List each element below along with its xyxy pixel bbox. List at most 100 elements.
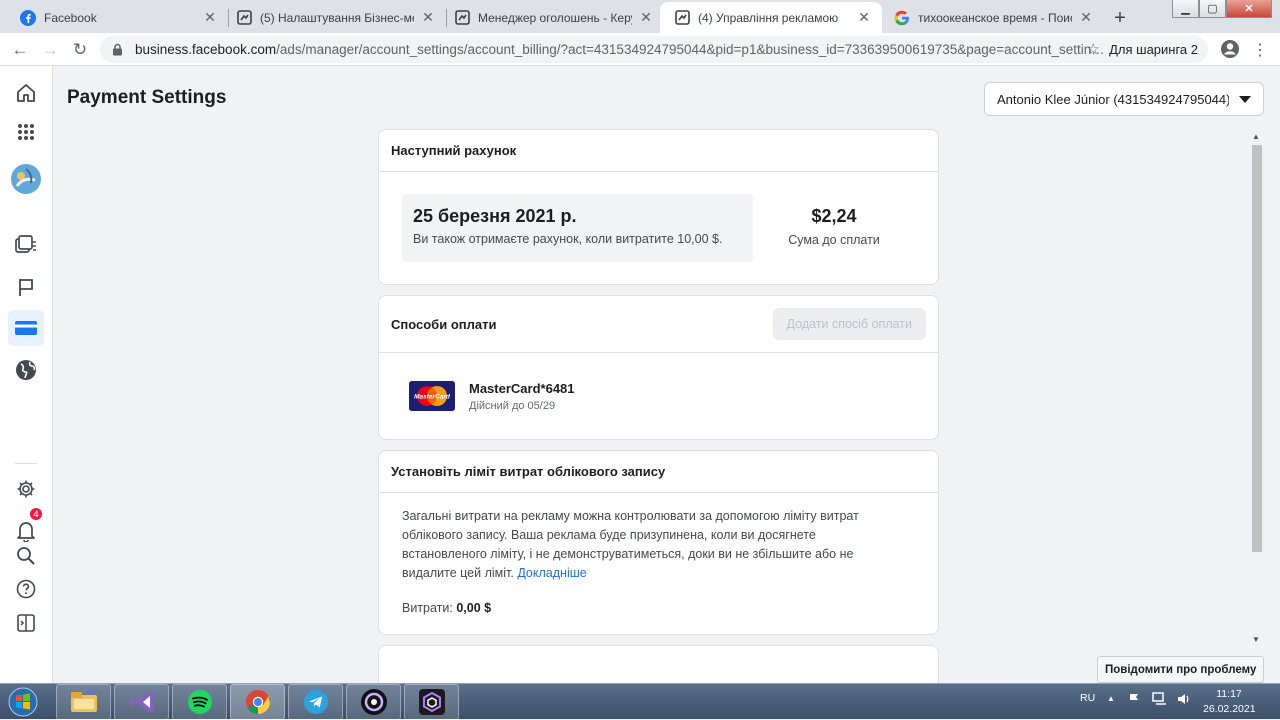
browser-tab-strip: Facebook ✕ (5) Налаштування Бізнес-менед… bbox=[0, 0, 1280, 33]
ad-account-selector[interactable]: Antonio Klee Júnior (431534924795044) bbox=[984, 82, 1264, 116]
close-tab-icon[interactable]: ✕ bbox=[202, 9, 218, 26]
pinned-app-icon[interactable] bbox=[404, 684, 459, 720]
amount-due: $2,24 bbox=[811, 206, 857, 226]
flag-notification-icon[interactable] bbox=[1127, 692, 1141, 709]
close-tab-icon[interactable]: ✕ bbox=[1078, 9, 1094, 26]
next-invoice-card: Наступний рахунок 25 березня 2021 р. Ви … bbox=[378, 129, 939, 285]
tab-title: Facebook bbox=[44, 10, 97, 25]
profile-avatar-icon[interactable] bbox=[1219, 38, 1241, 60]
mastercard-logo-text: MasterCard bbox=[414, 394, 451, 401]
facebook-icon bbox=[20, 9, 36, 26]
tab-title: (4) Управління рекламою bbox=[698, 10, 839, 25]
browser-tab-business-settings[interactable]: (5) Налаштування Бізнес-менеджера ✕ bbox=[222, 2, 446, 33]
bookmark-star-icon[interactable]: ☆ bbox=[1087, 40, 1100, 58]
payment-methods-card: Способи оплати Додати спосіб оплати Mast… bbox=[378, 295, 939, 440]
maximize-icon[interactable]: ▢ bbox=[1199, 0, 1226, 18]
clock-date: 26.02.2021 bbox=[1203, 703, 1256, 715]
nav-divider bbox=[15, 463, 37, 464]
home-icon[interactable] bbox=[8, 75, 44, 111]
scroll-down-icon[interactable]: ▼ bbox=[1252, 635, 1260, 644]
next-settings-card bbox=[378, 645, 939, 685]
browser-tab-facebook[interactable]: Facebook ✕ bbox=[6, 2, 228, 33]
ads-manager-icon bbox=[454, 10, 470, 26]
globe-icon[interactable] bbox=[8, 352, 44, 388]
visual-studio-icon[interactable] bbox=[114, 684, 169, 720]
chrome-icon[interactable] bbox=[230, 684, 285, 720]
ads-manager-icon bbox=[236, 10, 252, 26]
chevron-down-icon bbox=[1239, 96, 1251, 103]
address-bar[interactable]: business.facebook.com /ads/manager/accou… bbox=[100, 36, 1208, 63]
card-heading: Способи оплати Додати спосіб оплати bbox=[379, 296, 938, 353]
back-arrow-icon[interactable]: ← bbox=[8, 38, 32, 62]
pages-icon[interactable] bbox=[8, 227, 44, 263]
payment-methods-heading: Способи оплати bbox=[391, 316, 497, 332]
file-explorer-icon[interactable] bbox=[56, 684, 111, 720]
browser-tab-ads-manager[interactable]: Менеджер оголошень - Керування ✕ bbox=[440, 2, 664, 33]
description-text: Загальні витрати на рекламу можна контро… bbox=[402, 509, 859, 580]
language-indicator[interactable]: RU bbox=[1080, 692, 1095, 704]
browser-toolbar: ← → ↻ business.facebook.com /ads/manager… bbox=[0, 33, 1280, 66]
spending-limit-heading: Установіть ліміт витрат облікового запис… bbox=[379, 451, 938, 493]
selected-account: Antonio Klee Júnior (431534924795044) bbox=[997, 91, 1229, 107]
tab-title: Менеджер оголошень - Керування bbox=[478, 10, 632, 25]
lock-icon[interactable] bbox=[112, 43, 126, 56]
browser-tab-google-search[interactable]: тихоокеанское время - Поиск ✕ bbox=[880, 2, 1104, 33]
all-tools-icon[interactable] bbox=[8, 114, 44, 150]
add-payment-method-button[interactable]: Додати спосіб оплати bbox=[772, 308, 926, 340]
spend-label: Витрати: bbox=[402, 601, 453, 615]
browser-tab-ad-management[interactable]: (4) Управління рекламою ✕ bbox=[660, 2, 882, 33]
browser-menu-icon[interactable]: ⋮ bbox=[1252, 38, 1268, 62]
card-name: MasterCard*6481 bbox=[469, 381, 575, 396]
forward-arrow-icon[interactable]: → bbox=[38, 38, 62, 62]
mastercard-logo-icon: MasterCard bbox=[409, 381, 455, 411]
search-icon[interactable] bbox=[8, 538, 44, 574]
google-icon bbox=[894, 10, 910, 26]
scrollbar-thumb[interactable] bbox=[1252, 145, 1262, 552]
url-host: business.facebook.com bbox=[135, 42, 277, 57]
page-content: 4 Payment Settings Antonio Klee Júnior (… bbox=[0, 66, 1280, 685]
close-tab-icon[interactable]: ✕ bbox=[420, 9, 436, 26]
help-icon[interactable] bbox=[8, 571, 44, 607]
learn-more-link[interactable]: Докладніше bbox=[517, 566, 586, 580]
taskbar-clock[interactable]: 11:17 26.02.2021 bbox=[1203, 687, 1256, 717]
telegram-icon[interactable] bbox=[288, 684, 343, 720]
network-icon[interactable] bbox=[1152, 692, 1168, 709]
left-navigation: 4 bbox=[0, 66, 53, 683]
account-avatar[interactable] bbox=[8, 161, 44, 197]
report-problem-button[interactable]: Повідомити про проблему bbox=[1097, 656, 1265, 683]
close-tab-icon[interactable]: ✕ bbox=[856, 9, 872, 26]
close-window-icon[interactable]: ✕ bbox=[1226, 0, 1272, 18]
messenger-app-icon[interactable] bbox=[346, 684, 401, 720]
spotify-icon[interactable] bbox=[172, 684, 227, 720]
flag-icon[interactable] bbox=[8, 269, 44, 305]
amount-due-label: Сума до сплати bbox=[788, 233, 880, 247]
minimize-icon[interactable]: ▁ bbox=[1172, 0, 1199, 18]
ads-manager-icon bbox=[674, 10, 690, 26]
scroll-up-icon[interactable]: ▲ bbox=[1252, 132, 1260, 141]
clock-time: 11:17 bbox=[1216, 688, 1242, 700]
invoice-date-box: 25 березня 2021 р. Ви також отримаєте ра… bbox=[402, 194, 753, 262]
spend-summary: Витрати: 0,00 $ bbox=[402, 601, 491, 615]
spend-value: 0,00 $ bbox=[456, 601, 492, 615]
invoice-note: Ви також отримаєте рахунок, коли витрати… bbox=[413, 232, 723, 246]
side-panel-toggle-icon[interactable] bbox=[8, 605, 44, 641]
window-controls: ▁ ▢ ✕ bbox=[1172, 0, 1272, 20]
card-expiry: Дійсний до 05/29 bbox=[469, 400, 556, 412]
volume-icon[interactable] bbox=[1176, 692, 1190, 709]
url-path: /ads/manager/account_settings/account_bi… bbox=[276, 42, 1092, 57]
settings-gear-icon[interactable] bbox=[8, 471, 44, 507]
notification-count-badge: 4 bbox=[30, 508, 42, 520]
share-label[interactable]: Для шаринга 2 bbox=[1109, 42, 1198, 57]
spending-limit-card: Установіть ліміт витрат облікового запис… bbox=[378, 450, 939, 635]
windows-start-icon[interactable] bbox=[5, 685, 41, 719]
show-hidden-icons-icon[interactable]: ▲ bbox=[1107, 694, 1115, 703]
reload-icon[interactable]: ↻ bbox=[68, 38, 92, 62]
new-tab-button[interactable]: + bbox=[1107, 5, 1133, 31]
invoice-date: 25 березня 2021 р. bbox=[413, 206, 577, 226]
tab-title: (5) Налаштування Бізнес-менеджера bbox=[260, 10, 414, 25]
billing-card-icon[interactable] bbox=[8, 310, 44, 346]
spending-limit-description: Загальні витрати на рекламу можна контро… bbox=[402, 507, 902, 583]
windows-taskbar: RU ▲ 11:17 26.02.2021 bbox=[0, 683, 1280, 720]
page-scrollbar[interactable]: ▲ ▼ bbox=[1247, 132, 1266, 649]
close-tab-icon[interactable]: ✕ bbox=[638, 9, 654, 26]
